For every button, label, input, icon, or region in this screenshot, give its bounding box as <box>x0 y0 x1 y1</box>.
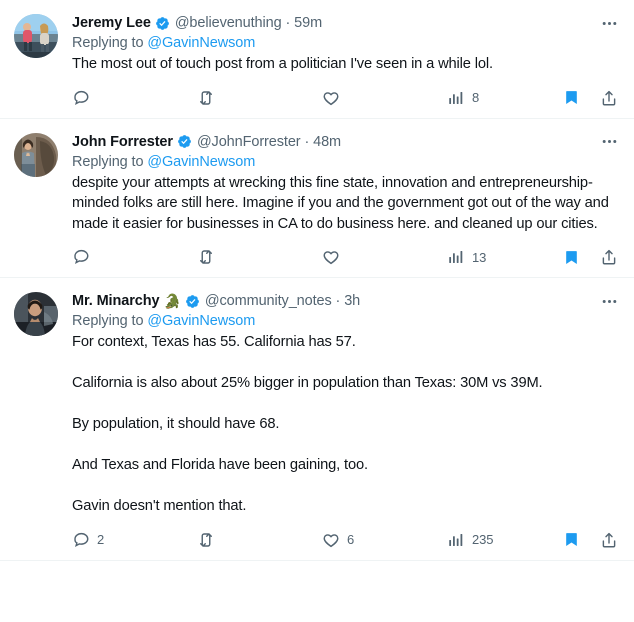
like-count: 6 <box>347 532 355 547</box>
share-button[interactable] <box>600 529 618 551</box>
bookmark-button[interactable] <box>563 246 580 268</box>
avatar-column <box>14 132 62 272</box>
display-name[interactable]: Mr. Minarchy <box>72 292 160 310</box>
views-count: 8 <box>472 90 480 105</box>
reply-button[interactable] <box>72 246 97 268</box>
tweet-thread: Jeremy Lee @believenuthing · 59m Replyin… <box>0 0 634 622</box>
share-button[interactable] <box>600 246 618 268</box>
display-name[interactable]: Jeremy Lee <box>72 14 151 32</box>
avatar-column <box>14 291 62 554</box>
avatar[interactable] <box>14 132 58 177</box>
bookmark-button[interactable] <box>563 529 580 551</box>
tweet-header: Mr. Minarchy 🐊 @community_notes · 3h <box>72 291 618 311</box>
replying-to-line: Replying to @GavinNewsom <box>72 312 618 331</box>
avatar[interactable] <box>14 14 58 58</box>
replying-to-label: Replying to <box>72 35 148 51</box>
replying-to-mention[interactable]: @GavinNewsom <box>147 154 255 170</box>
tweet-text: The most out of touch post from a politi… <box>72 56 493 72</box>
more-options-icon[interactable] <box>596 291 622 311</box>
like-button[interactable] <box>322 246 347 268</box>
reply-button[interactable] <box>72 87 97 109</box>
tweet-actions: 13 <box>72 243 618 271</box>
reply-button[interactable]: 2 <box>72 529 104 551</box>
handle-and-timestamp: @JohnForrester · 48m <box>196 133 342 150</box>
views-button[interactable]: 235 <box>447 529 493 551</box>
retweet-button[interactable] <box>197 246 222 268</box>
display-name[interactable]: John Forrester <box>72 133 173 151</box>
more-options-icon[interactable] <box>596 132 622 152</box>
views-button[interactable]: 13 <box>447 246 486 268</box>
tweet-header: John Forrester @JohnForrester · 48m <box>72 132 618 152</box>
tweet-text: despite your attempts at wrecking this f… <box>72 174 613 232</box>
tweet-item[interactable]: John Forrester @JohnForrester · 48m Repl… <box>0 118 634 278</box>
replying-to-line: Replying to @GavinNewsom <box>72 34 618 53</box>
like-button[interactable]: 6 <box>322 529 354 551</box>
views-count: 13 <box>472 249 487 265</box>
tweet-body: Mr. Minarchy 🐊 @community_notes · 3h Rep… <box>62 291 620 554</box>
views-button[interactable]: 8 <box>447 87 479 109</box>
share-button[interactable] <box>600 87 618 109</box>
verified-badge-icon <box>155 16 170 31</box>
avatar[interactable] <box>14 292 58 336</box>
replying-to-line: Replying to @GavinNewsom <box>72 153 618 172</box>
tweet-actions: 2 6 235 <box>72 526 618 554</box>
more-options-icon[interactable] <box>596 13 622 33</box>
crocodile-emoji-icon: 🐊 <box>163 293 181 309</box>
verified-badge-icon <box>177 134 192 149</box>
tweet-actions: 8 <box>72 84 618 112</box>
avatar-column <box>14 13 62 112</box>
tweet-item[interactable]: Mr. Minarchy 🐊 @community_notes · 3h Rep… <box>0 278 634 561</box>
replying-to-label: Replying to <box>72 313 148 329</box>
tweet-body: Jeremy Lee @believenuthing · 59m Replyin… <box>62 13 620 112</box>
tweet-body: John Forrester @JohnForrester · 48m Repl… <box>62 132 620 272</box>
tweet-text: For context, Texas has 55. California ha… <box>72 334 543 514</box>
handle-and-timestamp: @community_notes · 3h <box>204 293 361 309</box>
retweet-button[interactable] <box>197 87 222 109</box>
tweet-header: Jeremy Lee @believenuthing · 59m <box>72 13 618 33</box>
avatar-image-jeremy-lee <box>14 14 58 58</box>
retweet-button[interactable] <box>197 529 222 551</box>
bookmark-button[interactable] <box>563 87 580 109</box>
avatar-image-john-forrester <box>14 132 58 177</box>
verified-badge-icon <box>185 294 200 309</box>
like-button[interactable] <box>322 87 347 109</box>
avatar-image-mr-minarchy <box>14 292 58 336</box>
replying-to-label: Replying to <box>72 153 148 170</box>
reply-count: 2 <box>97 532 105 547</box>
tweet-item[interactable]: Jeremy Lee @believenuthing · 59m Replyin… <box>0 0 634 119</box>
replying-to-mention[interactable]: @GavinNewsom <box>147 35 255 51</box>
views-count: 235 <box>472 532 494 547</box>
handle-and-timestamp: @believenuthing · 59m <box>174 15 323 31</box>
replying-to-mention[interactable]: @GavinNewsom <box>147 313 255 329</box>
